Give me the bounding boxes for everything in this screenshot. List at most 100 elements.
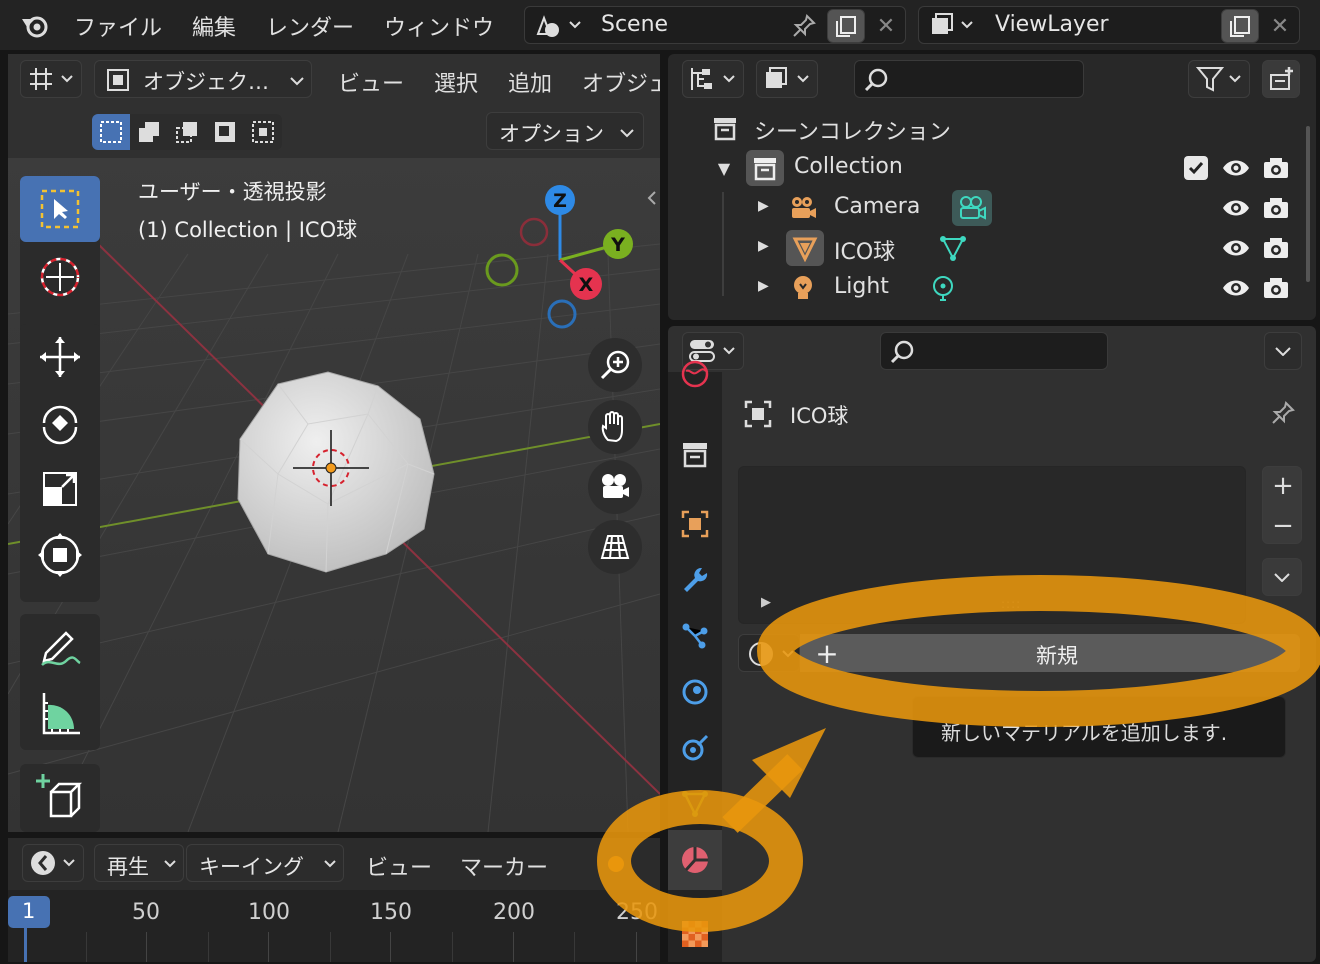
mesh-data-icon[interactable]	[936, 232, 970, 264]
expand-right-icon[interactable]: ▶	[758, 238, 769, 254]
scene-selector[interactable]: Scene ✕	[524, 6, 906, 44]
outliner-row-light[interactable]: ▶ Light	[668, 268, 1308, 308]
new-view-layer-icon[interactable]	[1221, 9, 1259, 43]
outliner-row-icosphere[interactable]: ▶ ICO球	[668, 228, 1308, 268]
filter-icon[interactable]	[1188, 60, 1250, 98]
checkbox-icon[interactable]	[1184, 156, 1208, 180]
annotate-tool[interactable]	[20, 614, 100, 680]
transform-tool[interactable]	[20, 522, 100, 588]
blender-logo-icon[interactable]	[18, 10, 52, 40]
timeline-ruler[interactable]	[8, 890, 660, 962]
material-browse-button[interactable]	[738, 634, 800, 672]
sidebar-toggle-icon[interactable]	[644, 186, 660, 210]
outliner-scrollbar[interactable]	[1306, 126, 1310, 282]
close-icon[interactable]: ✕	[1265, 11, 1295, 41]
camera-render-icon[interactable]	[1260, 154, 1292, 182]
slot-specials-icon[interactable]	[1262, 558, 1302, 596]
expand-right-icon[interactable]: ▶	[758, 198, 769, 214]
tab-texture[interactable]	[668, 904, 722, 964]
pan-hand-icon[interactable]	[588, 400, 642, 454]
light-data-icon[interactable]	[926, 272, 960, 304]
tab-material[interactable]	[668, 830, 722, 890]
timeline-menu-view[interactable]: ビュー	[366, 850, 432, 882]
view-layer-name[interactable]: ViewLayer	[995, 12, 1109, 37]
menu-window[interactable]: ウィンドウ	[384, 10, 494, 42]
3d-viewport[interactable]: オブジェク… ビュー 選択 追加 オブジェ オプション ユーザー・透視投影 (1…	[8, 54, 660, 832]
view-layer-selector[interactable]: ViewLayer ✕	[918, 6, 1300, 44]
outliner-row-scene-collection[interactable]: シーンコレクション	[668, 108, 1308, 148]
display-mode-icon[interactable]	[756, 60, 818, 98]
expand-right-icon[interactable]: ▶	[761, 595, 771, 610]
menu-file[interactable]: ファイル	[74, 10, 162, 42]
expand-right-icon[interactable]: ▶	[758, 278, 769, 294]
timeline-menu-marker[interactable]: マーカー	[460, 850, 548, 882]
eye-icon[interactable]	[1220, 234, 1252, 262]
select-invert-icon[interactable]	[206, 114, 244, 150]
move-tool[interactable]	[20, 324, 100, 390]
scale-tool[interactable]	[20, 456, 100, 522]
add-cube-tool[interactable]	[20, 764, 100, 830]
camera-data-icon[interactable]	[952, 190, 992, 226]
new-collection-icon[interactable]	[1262, 60, 1300, 98]
select-extend-icon[interactable]	[130, 114, 168, 150]
select-box-tool[interactable]	[20, 176, 100, 242]
select-intersect-icon[interactable]	[244, 114, 282, 150]
keying-dropdown[interactable]: キーイング	[186, 844, 344, 882]
pin-icon[interactable]	[1266, 396, 1300, 430]
vp-menu-add[interactable]: 追加	[508, 66, 552, 98]
select-subtract-icon[interactable]	[168, 114, 206, 150]
add-slot-icon[interactable]: +	[1263, 467, 1303, 505]
select-new-icon[interactable]	[92, 114, 130, 150]
playback-dropdown[interactable]: 再生	[94, 844, 184, 882]
outliner-editor-type-icon[interactable]	[682, 60, 744, 98]
render-layers-icon[interactable]	[925, 9, 979, 41]
tab-modifiers[interactable]	[668, 550, 722, 610]
camera-render-icon[interactable]	[1260, 194, 1292, 222]
mode-selector[interactable]: オブジェク…	[94, 60, 312, 98]
eye-icon[interactable]	[1220, 274, 1252, 302]
chevron-down-icon[interactable]	[1264, 332, 1302, 370]
tab-particles[interactable]	[668, 606, 722, 666]
close-icon[interactable]: ✕	[871, 11, 901, 41]
rotate-tool[interactable]	[20, 390, 100, 456]
navigation-gizmo[interactable]: Z Y X	[476, 180, 646, 330]
camera-view-icon[interactable]	[588, 460, 642, 514]
tab-physics[interactable]	[668, 662, 722, 722]
playhead[interactable]: 1	[8, 896, 50, 928]
measure-tool[interactable]	[20, 680, 100, 746]
new-scene-icon[interactable]	[827, 9, 865, 43]
properties-search-input[interactable]	[880, 332, 1108, 370]
tab-constraints[interactable]	[668, 718, 722, 778]
tab-world[interactable]	[668, 352, 722, 396]
tab-collection[interactable]	[668, 424, 722, 484]
outliner-search-input[interactable]	[854, 60, 1084, 98]
options-dropdown[interactable]: オプション	[486, 112, 644, 150]
editor-type-icon[interactable]	[20, 60, 82, 98]
zoom-icon[interactable]	[588, 338, 642, 392]
camera-render-icon[interactable]	[1260, 234, 1292, 262]
pin-icon[interactable]	[787, 11, 821, 41]
scene-icon[interactable]	[531, 9, 585, 41]
eye-icon[interactable]	[1220, 194, 1252, 222]
material-slot-list[interactable]: ▶ ::::	[738, 466, 1246, 624]
menu-edit[interactable]: 編集	[192, 10, 236, 42]
perspective-toggle-icon[interactable]	[588, 520, 642, 574]
eye-icon[interactable]	[1220, 154, 1252, 182]
vp-menu-view[interactable]: ビュー	[338, 66, 404, 98]
remove-slot-icon[interactable]: −	[1263, 507, 1303, 545]
tab-object[interactable]	[668, 494, 722, 554]
expand-down-icon[interactable]: ▼	[714, 158, 734, 178]
timeline-editor-type-icon[interactable]	[22, 844, 84, 882]
vp-menu-select[interactable]: 選択	[434, 66, 478, 98]
outliner-row-collection[interactable]: ▼ Collection	[668, 148, 1308, 188]
outliner-row-camera[interactable]: ▶ Camera	[668, 188, 1308, 228]
vp-menu-object[interactable]: オブジェ	[582, 66, 660, 98]
new-material-button[interactable]: + 新規	[800, 634, 1300, 672]
menu-render[interactable]: レンダー	[266, 10, 354, 42]
resize-handle-icon[interactable]: ::::	[1001, 597, 1021, 611]
cursor-tool[interactable]	[20, 244, 100, 310]
auto-key-dot-icon[interactable]	[608, 856, 624, 872]
scene-name[interactable]: Scene	[601, 12, 668, 37]
camera-render-icon[interactable]	[1260, 274, 1292, 302]
tab-object-data[interactable]	[668, 774, 722, 834]
